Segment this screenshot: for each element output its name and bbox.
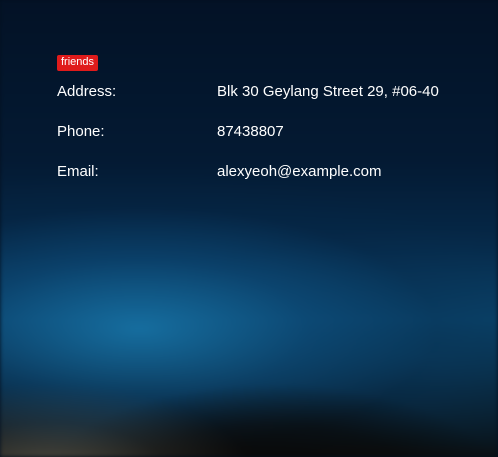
tag-list: friends xyxy=(57,55,477,71)
address-label: Address: xyxy=(57,83,117,100)
address-value: Blk 30 Geylang Street 29, #06-40 xyxy=(217,83,439,100)
phone-label: Phone: xyxy=(57,123,105,140)
email-label: Email: xyxy=(57,163,99,180)
phone-value: 87438807 xyxy=(217,123,284,140)
tag-friends: friends xyxy=(57,55,99,71)
email-value: alexyeoh@example.com xyxy=(217,163,382,180)
person-details-panel: friends Address: Blk 30 Geylang Street 2… xyxy=(57,55,477,180)
